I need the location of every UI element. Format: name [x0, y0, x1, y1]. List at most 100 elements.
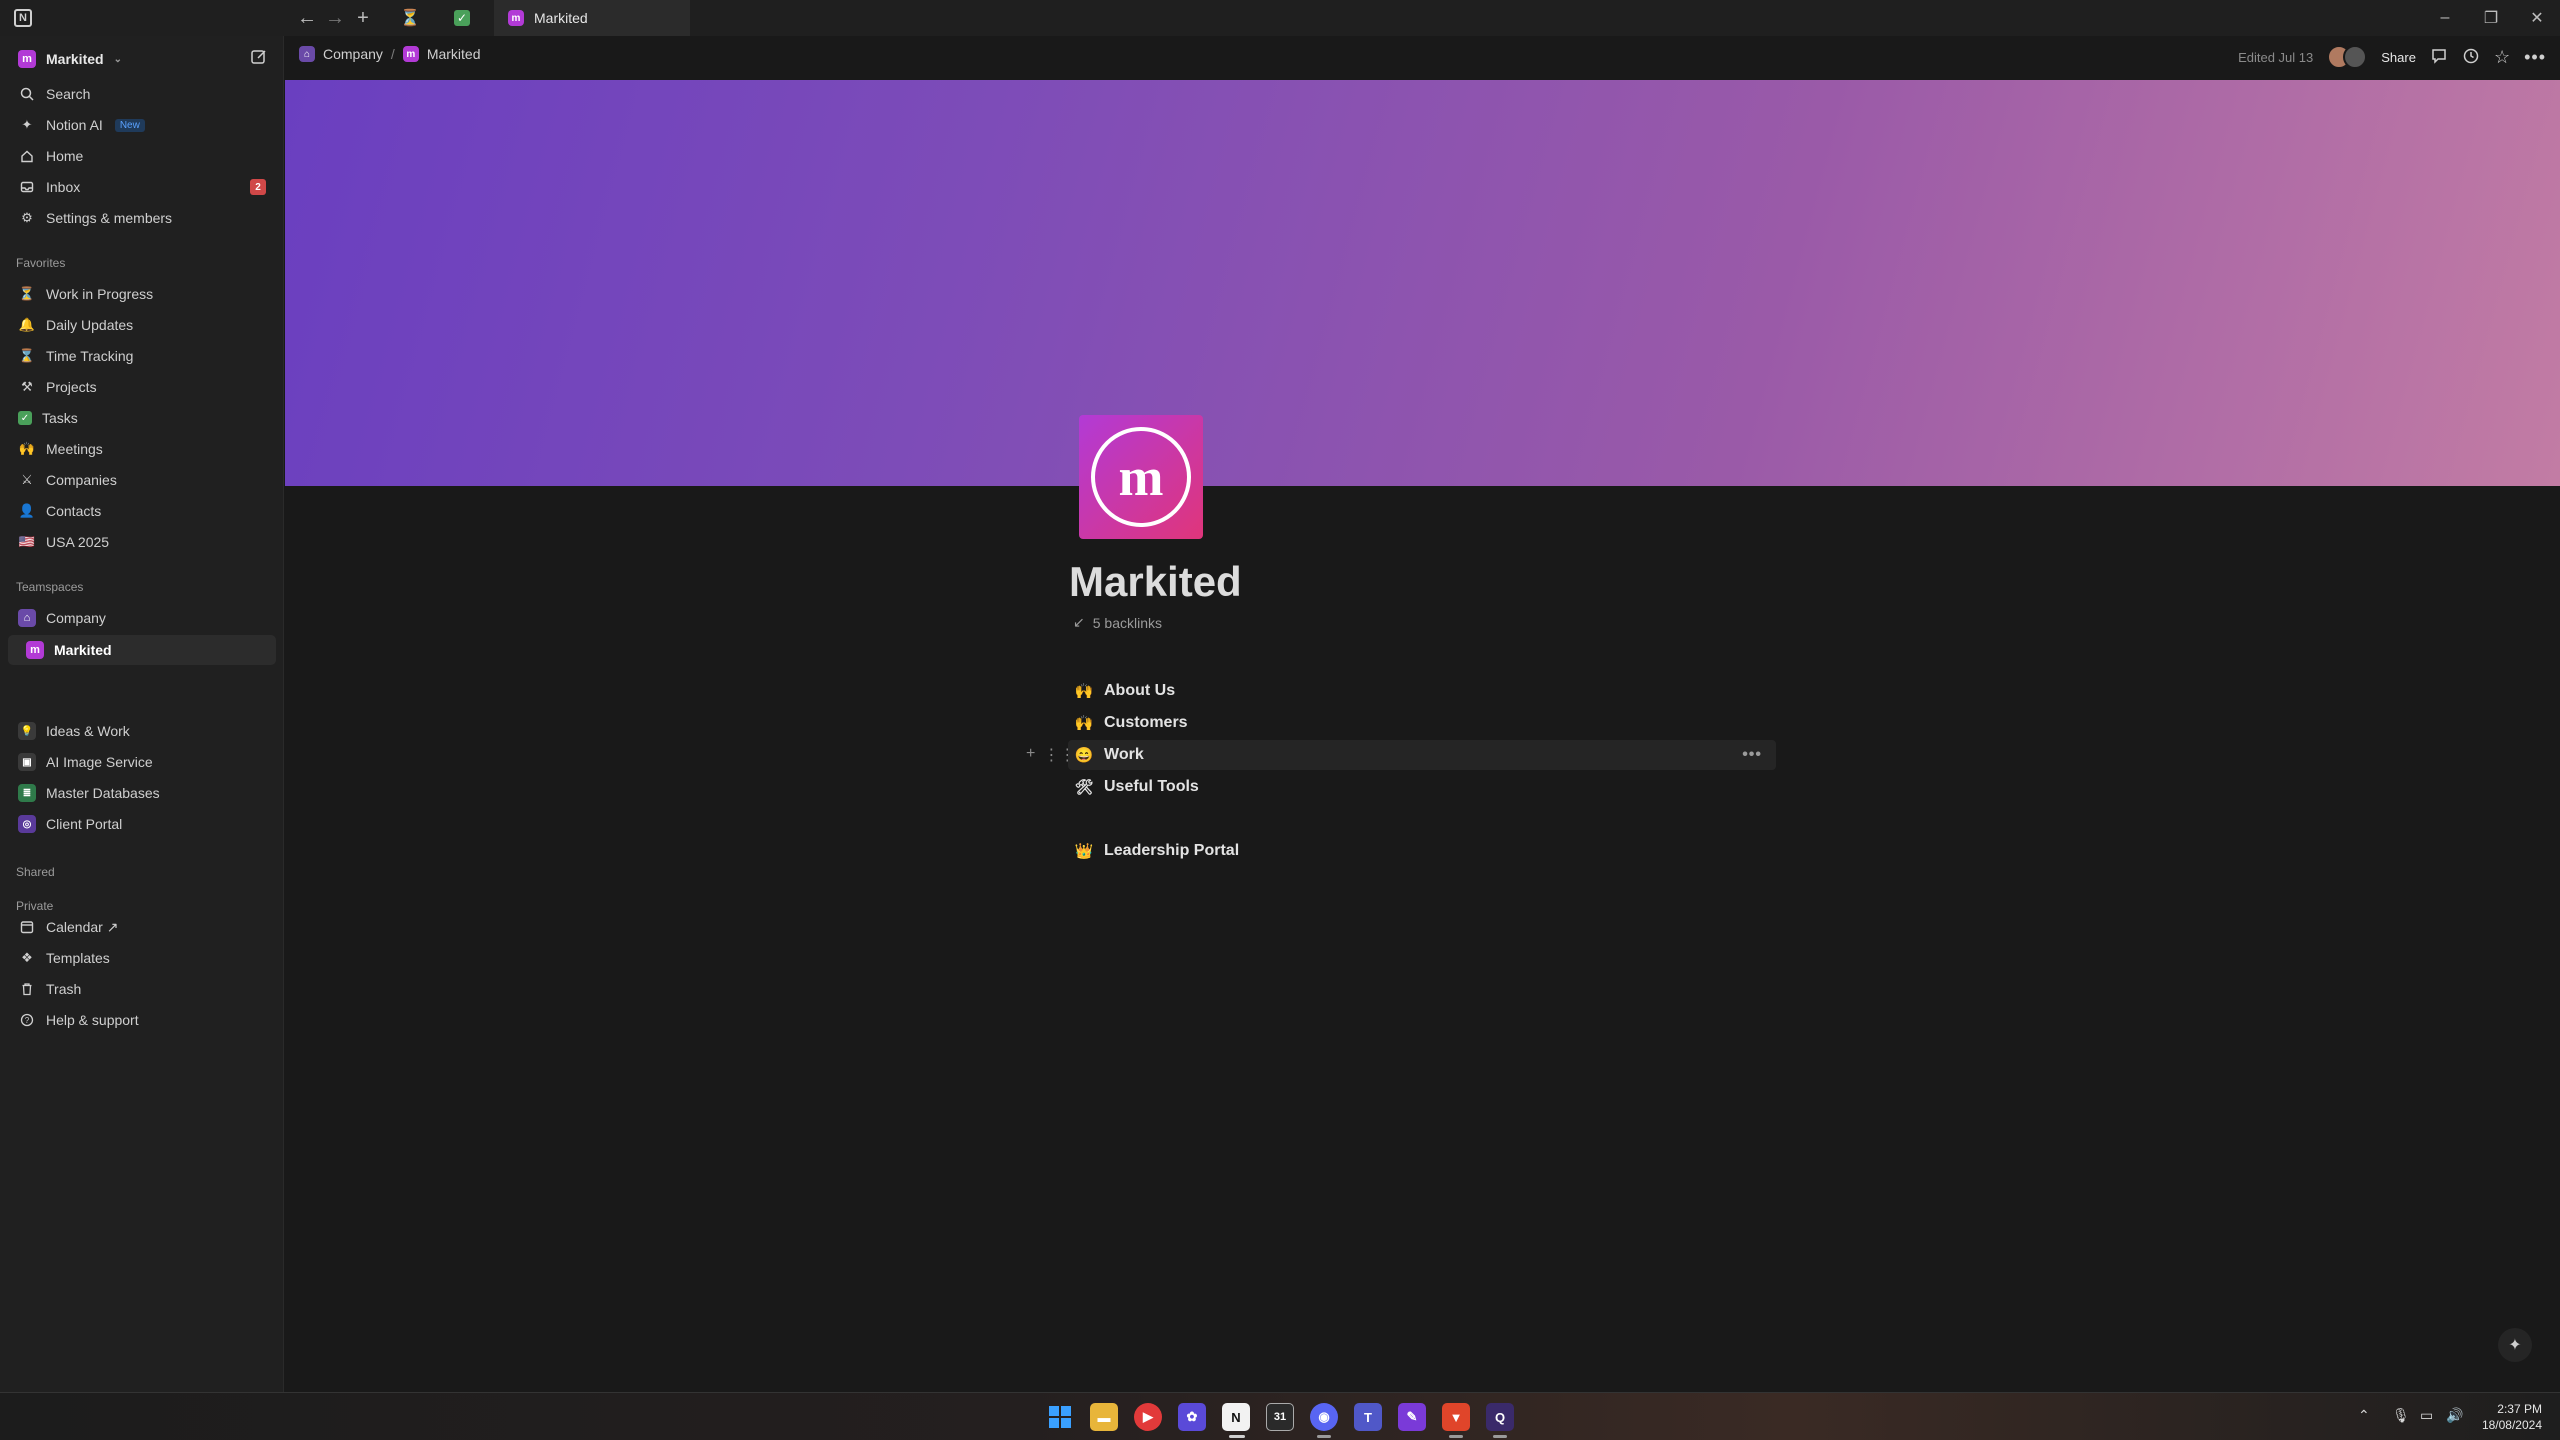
restore-icon[interactable]: ❐ [2476, 6, 2506, 30]
sidebar-item-notion-ai[interactable]: ✦ Notion AI New [8, 110, 276, 140]
page-link-useful-tools[interactable]: 🛠 Useful Tools [1068, 772, 1776, 802]
network-icon[interactable]: ▭ [2420, 1407, 2433, 1424]
company-teamspace-icon: ⌂ [18, 609, 36, 627]
tab-tasks[interactable]: ✓ [437, 0, 487, 36]
windows-start-icon[interactable] [1046, 1403, 1074, 1431]
comments-icon[interactable] [2430, 47, 2448, 68]
smiling-face-icon: 😄 [1074, 747, 1094, 764]
forward-arrow-icon[interactable]: → [322, 6, 348, 30]
sidebar-item-companies[interactable]: ⚔ Companies [8, 465, 276, 495]
app-icon[interactable]: ✎ [1398, 1403, 1426, 1431]
backlinks[interactable]: ↙ 5 backlinks [1073, 614, 1162, 631]
app-icon[interactable]: Q [1486, 1403, 1514, 1431]
file-explorer-icon[interactable]: ▬ [1090, 1403, 1118, 1431]
notion-ai-sparkle-icon[interactable]: ✦ [2498, 1328, 2532, 1362]
notion-app-icon[interactable]: N [1222, 1403, 1250, 1431]
share-button[interactable]: Share [2381, 50, 2416, 65]
sidebar-item-label: Templates [46, 950, 110, 966]
sidebar-item-meetings[interactable]: 🙌 Meetings [8, 434, 276, 464]
page-link-label: Leadership Portal [1104, 842, 1240, 859]
image-icon: ▣ [18, 753, 36, 771]
sidebar-item-label: Time Tracking [46, 348, 134, 364]
tray-chevron-up-icon[interactable]: ⌃ [2358, 1407, 2370, 1424]
sidebar-item-search[interactable]: Search [8, 79, 276, 109]
sidebar-item-tasks[interactable]: ✓ Tasks [8, 403, 276, 433]
sidebar-item-contacts[interactable]: 👤 Contacts [8, 496, 276, 526]
sidebar-item-label: Client Portal [46, 816, 123, 832]
chevron-down-icon: ⌄ [113, 53, 122, 65]
markited-logo-icon: m [26, 641, 44, 659]
app-icon[interactable]: ✿ [1178, 1403, 1206, 1431]
sidebar-item-label: Home [46, 148, 84, 164]
sidebar-item-usa-2025[interactable]: 🇺🇸 USA 2025 [8, 527, 276, 557]
shared-heading[interactable]: Shared [16, 865, 55, 879]
inbox-icon [18, 178, 36, 196]
page-link-about-us[interactable]: 🙌 About Us [1068, 676, 1776, 706]
sidebar-item-ai-image-service[interactable]: ▣ AI Image Service [8, 747, 276, 777]
sidebar-item-work-in-progress[interactable]: ⏳ Work in Progress [8, 279, 276, 309]
new-page-icon[interactable] [250, 48, 268, 71]
tab-label: Markited [534, 10, 588, 26]
sidebar-item-markited[interactable]: m Markited [8, 635, 276, 665]
discord-icon[interactable]: ◉ [1310, 1403, 1338, 1431]
page-link-customers[interactable]: 🙌 Customers [1068, 708, 1776, 738]
notion-logo-icon[interactable]: N [14, 9, 32, 27]
breadcrumb-company[interactable]: ⌂ Company [299, 46, 383, 62]
page-link-leadership-portal[interactable]: 👑 Leadership Portal [1068, 836, 1776, 866]
collaborator-avatars[interactable] [2327, 45, 2368, 69]
breadcrumb-markited[interactable]: m Markited [402, 46, 481, 62]
sidebar-item-time-tracking[interactable]: ⌛ Time Tracking [8, 341, 276, 371]
sidebar-item-ideas-work[interactable]: 💡 Ideas & Work [8, 716, 276, 746]
home-icon [18, 147, 36, 165]
breadcrumb-separator: / [390, 46, 395, 62]
sidebar-item-help[interactable]: ? Help & support [8, 1005, 276, 1035]
media-player-icon[interactable]: ▶ [1134, 1403, 1162, 1431]
hourglass-icon: ⏳ [400, 10, 420, 27]
sidebar: m Markited ⌄ Search ✦ Notion AI New Home… [0, 36, 284, 1392]
sidebar-item-label: Trash [46, 981, 82, 997]
page-icon[interactable]: m [1079, 415, 1203, 539]
favorite-star-icon[interactable]: ☆ [2494, 47, 2510, 68]
tools-icon: 🛠 [1074, 779, 1094, 796]
page-title[interactable]: Markited [1069, 558, 1242, 606]
calendar-app-icon[interactable]: 31 [1266, 1403, 1294, 1431]
sidebar-item-settings[interactable]: ⚙ Settings & members [8, 203, 276, 233]
sidebar-item-label: Meetings [46, 441, 103, 457]
close-icon[interactable]: ✕ [2522, 6, 2552, 30]
teamspaces-heading[interactable]: Teamspaces [16, 580, 83, 594]
os-taskbar: ▬ ▶ ✿ N 31 ◉ T ✎ ▼ Q ⌃ 🎙 ▭ 🔊 2:37 PM 18/… [0, 1392, 2560, 1440]
back-arrow-icon[interactable]: ← [294, 6, 320, 30]
history-icon[interactable] [2462, 47, 2480, 68]
sidebar-item-templates[interactable]: ❖ Templates [8, 943, 276, 973]
minimize-icon[interactable]: – [2430, 6, 2460, 30]
microphone-icon[interactable]: 🎙 [2392, 1407, 2410, 1424]
sidebar-item-home[interactable]: Home [8, 141, 276, 171]
sidebar-item-label: Contacts [46, 503, 102, 519]
sidebar-item-inbox[interactable]: Inbox 2 [8, 172, 276, 202]
sidebar-item-label: Daily Updates [46, 317, 134, 333]
brave-browser-icon[interactable]: ▼ [1442, 1403, 1470, 1431]
sidebar-item-master-databases[interactable]: ≣ Master Databases [8, 778, 276, 808]
workspace-switcher[interactable]: m Markited ⌄ [8, 44, 276, 74]
sidebar-item-client-portal[interactable]: ◎ Client Portal [8, 809, 276, 839]
teams-icon[interactable]: T [1354, 1403, 1382, 1431]
add-block-plus-icon[interactable]: + [1026, 745, 1035, 765]
volume-icon[interactable]: 🔊 [2446, 1407, 2463, 1424]
sidebar-item-projects[interactable]: ⚒ Projects [8, 372, 276, 402]
tab-markited[interactable]: m Markited [494, 0, 690, 36]
running-app-indicator [1449, 1435, 1463, 1438]
sidebar-item-trash[interactable]: Trash [8, 974, 276, 1004]
tab-work-in-progress[interactable]: ⏳ [385, 0, 435, 36]
more-options-icon[interactable]: ••• [2524, 47, 2546, 68]
sidebar-item-label: Inbox [46, 179, 81, 195]
sidebar-item-daily-updates[interactable]: 🔔 Daily Updates [8, 310, 276, 340]
sidebar-item-company[interactable]: ⌂ Company [8, 603, 276, 633]
page-cover[interactable] [285, 80, 2560, 486]
sidebar-item-calendar[interactable]: Calendar ↗ [8, 912, 276, 942]
block-more-options-icon[interactable]: ••• [1742, 746, 1762, 764]
private-heading[interactable]: Private [16, 899, 53, 913]
new-tab-plus-icon[interactable]: + [350, 6, 376, 30]
system-clock[interactable]: 2:37 PM 18/08/2024 [2482, 1401, 2542, 1433]
favorites-heading[interactable]: Favorites [16, 256, 65, 270]
page-link-work[interactable]: 😄 Work ••• [1068, 740, 1776, 770]
